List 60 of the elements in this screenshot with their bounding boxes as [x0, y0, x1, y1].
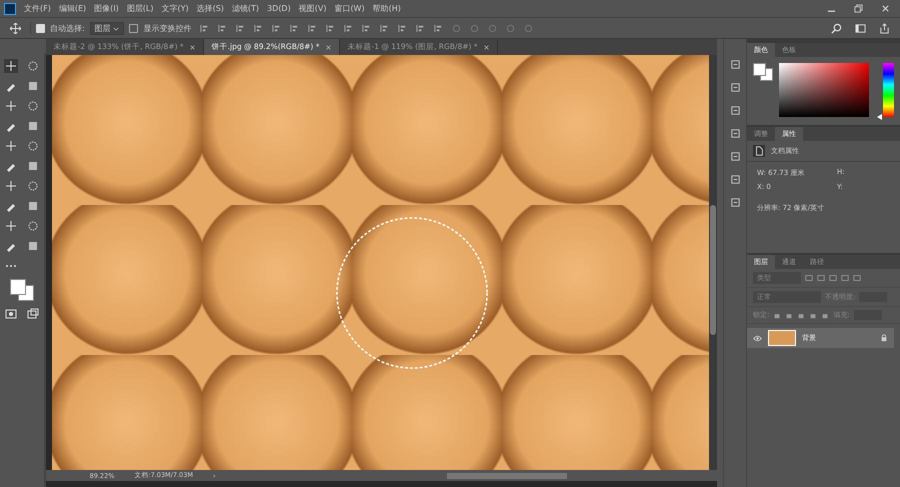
menu-item[interactable]: 文件(F) [24, 3, 51, 14]
align-icon[interactable] [362, 24, 372, 32]
panel-icon[interactable] [730, 82, 741, 93]
slider-thumb-icon[interactable] [877, 114, 882, 120]
color-swatches-icon[interactable] [753, 63, 774, 81]
caret-icon [113, 26, 120, 30]
menu-item[interactable]: 帮助(H) [372, 3, 401, 14]
scrollbar-thumb[interactable] [710, 205, 716, 335]
menu-item[interactable]: 图像(I) [94, 3, 119, 14]
menu-item[interactable]: 选择(S) [196, 3, 224, 14]
app-logo-icon[interactable] [4, 2, 16, 14]
menu-item[interactable]: 图层(L) [126, 3, 154, 14]
layer-thumbnail [768, 330, 796, 346]
panel-icon[interactable] [730, 105, 741, 116]
close-icon[interactable] [484, 44, 489, 50]
align-icon[interactable] [254, 24, 264, 32]
align-icon[interactable] [380, 24, 390, 32]
show-transform-checkbox[interactable] [129, 24, 138, 32]
eye-icon[interactable] [753, 334, 762, 342]
color-swatches-icon[interactable] [10, 279, 34, 301]
target-dropdown[interactable]: 图层 [90, 22, 124, 34]
menu-item[interactable]: 窗口(W) [334, 3, 365, 14]
lock-icon[interactable] [880, 334, 888, 342]
auto-select-checkbox[interactable] [36, 24, 45, 32]
close-icon[interactable] [881, 4, 890, 13]
align-icon[interactable] [236, 24, 246, 32]
restore-icon[interactable] [854, 4, 863, 13]
align-icon[interactable] [272, 24, 282, 32]
screen-mode-icon[interactable] [26, 307, 40, 321]
share-icon[interactable] [879, 22, 890, 34]
align-icon[interactable] [416, 24, 426, 32]
search-icon[interactable] [831, 22, 842, 34]
close-icon[interactable] [190, 44, 195, 50]
align-icon[interactable] [308, 24, 318, 32]
panel-icon[interactable] [730, 151, 741, 162]
marquee-icon[interactable] [26, 59, 40, 73]
panel-icon[interactable] [730, 174, 741, 185]
auto-select-label: 自动选择: [50, 22, 85, 34]
menu-item[interactable]: 3D(D) [267, 4, 291, 13]
panel-icon[interactable] [730, 128, 741, 139]
workspace-icon[interactable] [855, 22, 866, 34]
align-icon[interactable] [344, 24, 354, 32]
document-icon [753, 145, 766, 157]
menu-item[interactable]: 编辑(E) [58, 3, 86, 14]
align-icon[interactable] [218, 24, 228, 32]
show-transform-label: 显示变换控件 [143, 22, 192, 34]
panel-icon[interactable] [730, 59, 741, 70]
close-icon[interactable] [326, 44, 330, 50]
quick-mask-icon[interactable] [4, 307, 18, 321]
align-icon[interactable] [398, 24, 408, 32]
align-icon[interactable] [326, 24, 336, 32]
scrollbar-thumb[interactable] [447, 472, 568, 478]
align-icon[interactable] [434, 24, 444, 32]
menu-item[interactable]: 文字(Y) [161, 3, 189, 14]
align-icon[interactable] [290, 24, 300, 32]
menu-item[interactable]: 视图(V) [298, 3, 326, 14]
panel-icon[interactable] [730, 197, 741, 208]
menu-item[interactable]: 滤镜(T) [232, 3, 260, 14]
color-field[interactable] [779, 63, 870, 117]
align-icon[interactable] [200, 24, 210, 32]
